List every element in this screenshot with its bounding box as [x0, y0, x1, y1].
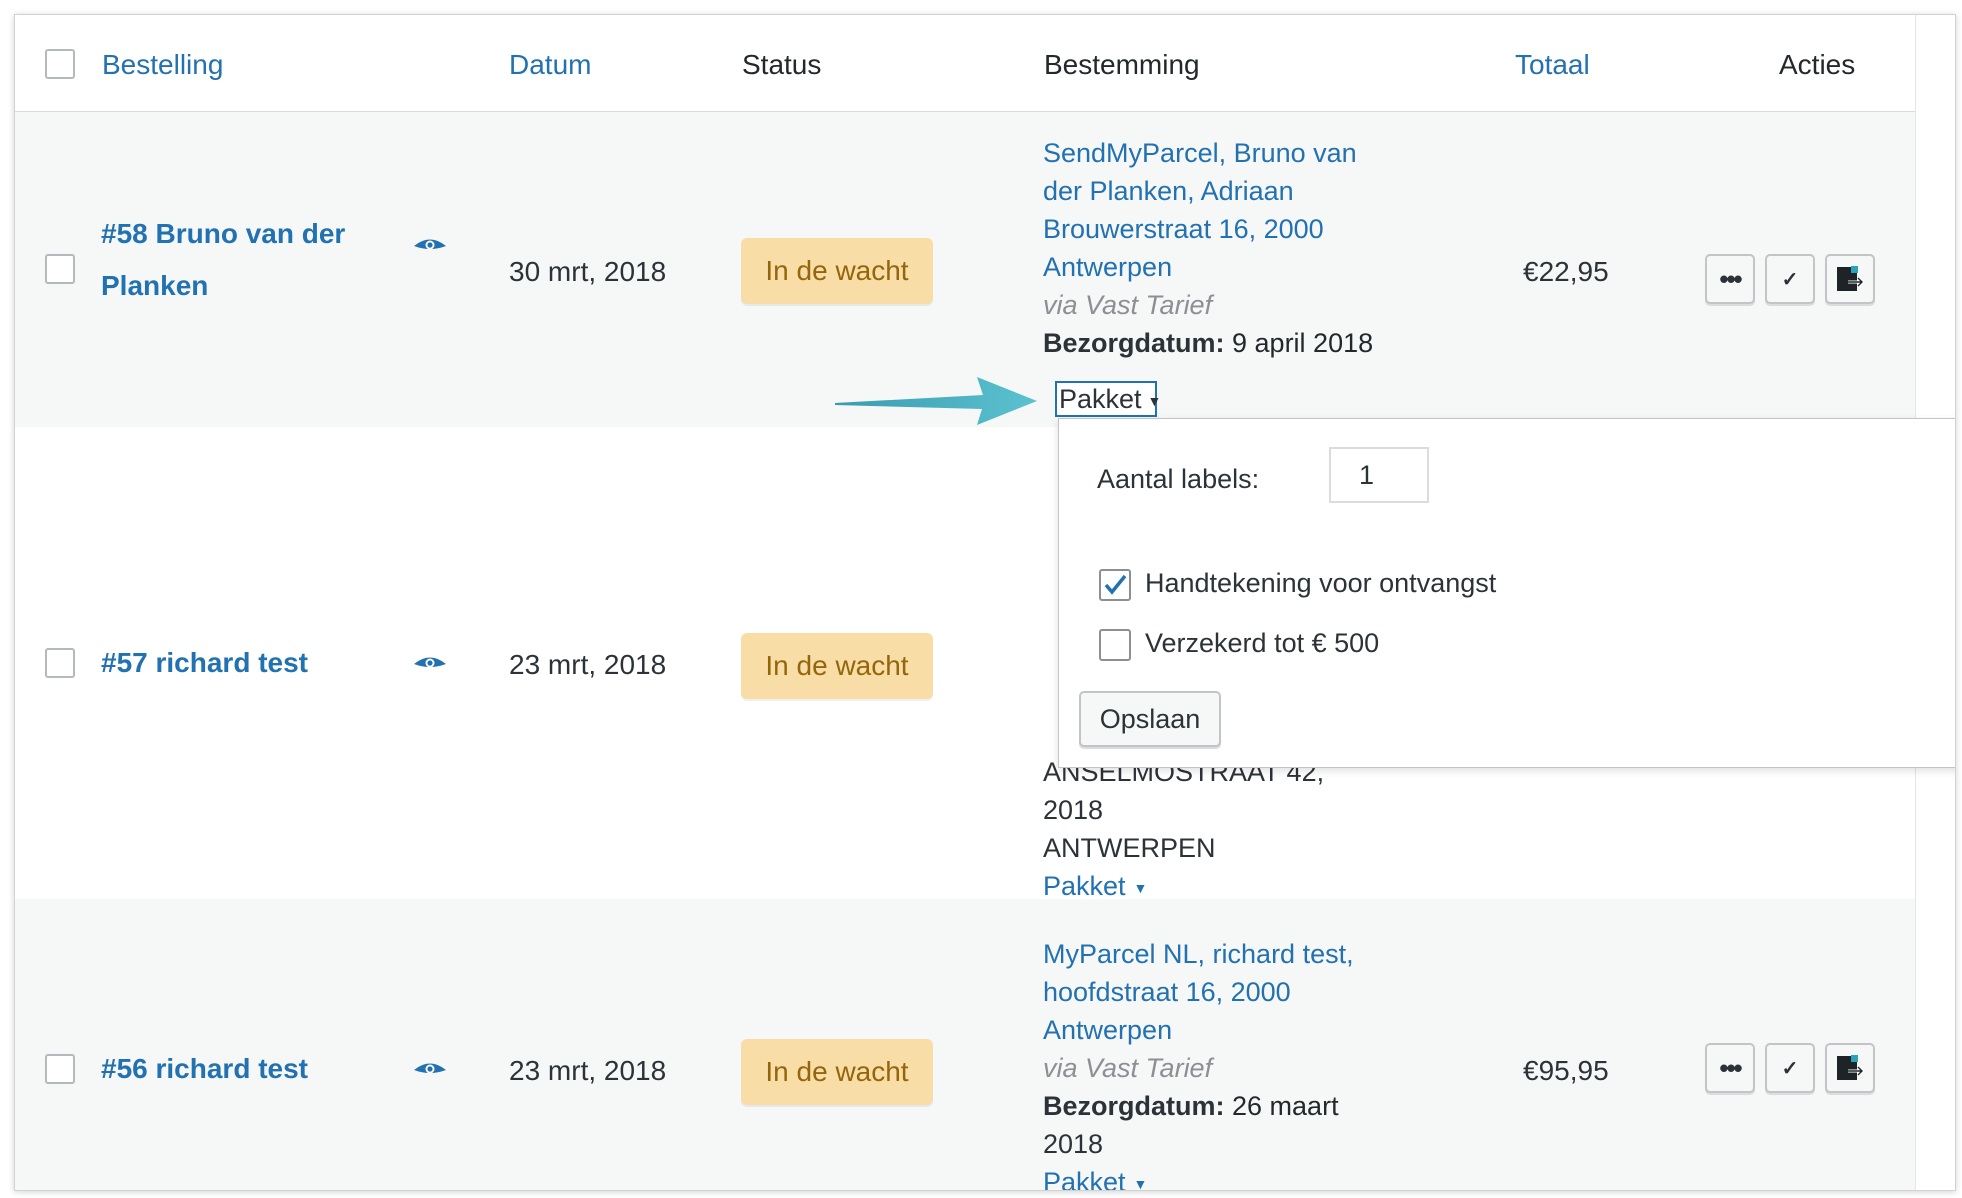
eye-icon[interactable]: [413, 1061, 447, 1079]
labels-count-input[interactable]: 1: [1329, 447, 1429, 503]
address-line[interactable]: Antwerpen: [1043, 1011, 1383, 1049]
order-date: 23 mrt, 2018: [509, 649, 667, 680]
more-dots-icon: •••: [1719, 1053, 1742, 1083]
package-type-toggle[interactable]: Pakket ▼: [1043, 1163, 1383, 1191]
caret-down-icon: ▼: [1133, 879, 1148, 896]
order-link[interactable]: #58 Bruno van der Planken: [101, 208, 345, 312]
export-label-icon: [1837, 266, 1865, 291]
order-name-line: Planken: [101, 270, 209, 301]
address-line[interactable]: Brouwerstraat 16, 2000: [1043, 210, 1383, 248]
export-label-button[interactable]: [1825, 1043, 1875, 1093]
shipping-method: via Vast Tarief: [1043, 1053, 1213, 1083]
package-options-popup: Aantal labels: 1 Handtekening voor ontva…: [1058, 418, 1955, 768]
table-row: #56 richard test 23 mrt, 2018 In de wach…: [15, 899, 1915, 1190]
eye-icon[interactable]: [413, 237, 447, 255]
order-total: €22,95: [1523, 256, 1609, 287]
eye-icon[interactable]: [413, 655, 447, 673]
package-type-label: Pakket: [1059, 384, 1142, 414]
more-actions-button[interactable]: •••: [1705, 254, 1755, 304]
package-type-label: Pakket: [1043, 871, 1126, 901]
status-badge: In de wacht: [741, 633, 933, 699]
order-total: €95,95: [1523, 1055, 1609, 1086]
delivery-date: 9 april 2018: [1232, 328, 1374, 358]
delivery-date-line: Bezorgdatum: 26 maart: [1043, 1087, 1383, 1125]
export-label-button[interactable]: [1825, 254, 1875, 304]
labels-count-label: Aantal labels:: [1097, 464, 1260, 494]
row-checkbox[interactable]: [45, 648, 75, 678]
order-date: 30 mrt, 2018: [509, 256, 667, 287]
address-line: ANTWERPEN: [1043, 833, 1216, 863]
more-dots-icon: •••: [1719, 264, 1742, 294]
complete-order-button[interactable]: ✓: [1765, 1043, 1815, 1093]
column-date-sort[interactable]: Datum: [509, 47, 591, 83]
table-header: Bestelling Datum Status Bestemming Totaa…: [15, 15, 1915, 112]
delivery-date-line: Bezorgdatum: 9 april 2018: [1043, 324, 1383, 362]
caret-down-icon: ▼: [1147, 392, 1162, 409]
insured-option-label: Verzekerd tot € 500: [1145, 628, 1380, 658]
row-checkbox[interactable]: [45, 1054, 75, 1084]
select-all-checkbox[interactable]: [45, 49, 75, 79]
caret-down-icon: ▼: [1133, 1175, 1148, 1191]
orders-panel: Bestelling Datum Status Bestemming Totaa…: [14, 14, 1956, 1191]
address-line[interactable]: Antwerpen: [1043, 248, 1383, 286]
column-destination-header: Bestemming: [1044, 49, 1200, 80]
address-line[interactable]: MyParcel NL, richard test,: [1043, 935, 1383, 973]
order-link[interactable]: #57 richard test: [101, 637, 308, 689]
checkmark-icon: [1104, 574, 1127, 595]
insured-checkbox[interactable]: [1099, 629, 1131, 661]
package-type-label: Pakket: [1043, 1167, 1126, 1191]
package-type-select[interactable]: Pakket ▼: [1055, 381, 1161, 417]
column-order-sort[interactable]: Bestelling: [102, 47, 223, 83]
save-button[interactable]: Opslaan: [1079, 691, 1221, 747]
order-link[interactable]: #56 richard test: [101, 1043, 308, 1095]
checkmark-icon: ✓: [1781, 1057, 1799, 1080]
more-actions-button[interactable]: •••: [1705, 1043, 1755, 1093]
complete-order-button[interactable]: ✓: [1765, 254, 1815, 304]
order-date: 23 mrt, 2018: [509, 1055, 667, 1086]
status-badge: In de wacht: [741, 238, 933, 304]
destination-cell: SendMyParcel, Bruno van der Planken, Adr…: [1043, 134, 1383, 362]
address-line[interactable]: SendMyParcel, Bruno van: [1043, 134, 1383, 172]
column-status-header: Status: [742, 49, 822, 80]
export-label-icon: [1837, 1055, 1865, 1080]
arrow-annotation: [835, 377, 1037, 425]
status-badge: In de wacht: [741, 1039, 933, 1105]
delivery-date: 2018: [1043, 1129, 1104, 1159]
column-actions-header: Acties: [1779, 49, 1856, 80]
row-checkbox[interactable]: [45, 254, 75, 284]
checkmark-icon: ✓: [1781, 268, 1799, 291]
order-name-line: #58 Bruno van der: [101, 218, 346, 249]
destination-cell: ANSELMOSTRAAT 42, 2018 ANTWERPEN Pakket ▼: [1043, 753, 1383, 907]
signature-option-label: Handtekening voor ontvangst: [1145, 568, 1497, 598]
delivery-date-label: Bezorgdatum:: [1043, 1091, 1225, 1121]
address-line[interactable]: der Planken, Adriaan: [1043, 172, 1383, 210]
address-line[interactable]: hoofdstraat 16, 2000: [1043, 973, 1383, 1011]
delivery-date: 26 maart: [1232, 1091, 1339, 1121]
destination-cell: MyParcel NL, richard test, hoofdstraat 1…: [1043, 935, 1383, 1191]
delivery-date-label: Bezorgdatum:: [1043, 328, 1225, 358]
column-total-sort[interactable]: Totaal: [1515, 47, 1590, 83]
signature-checkbox[interactable]: [1099, 569, 1131, 601]
shipping-method: via Vast Tarief: [1043, 290, 1213, 320]
